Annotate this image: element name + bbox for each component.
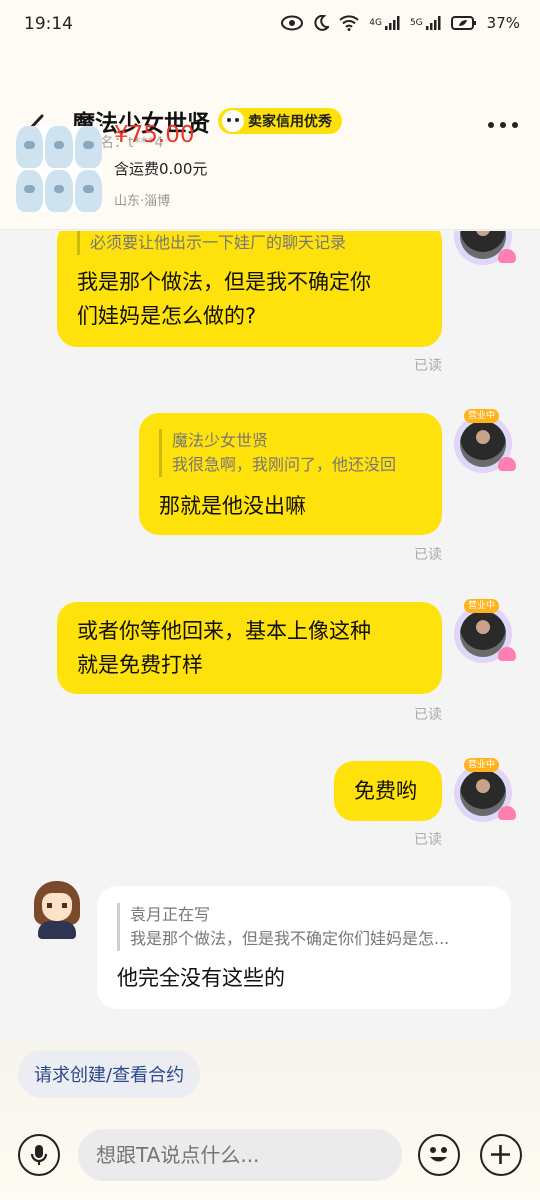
bottom-bar: 请求创建/查看合约 [0, 1041, 540, 1200]
shipping-fee: 含运费0.00元 [114, 160, 208, 178]
quoted-author: 袁月正在写 [117, 903, 491, 927]
product-thumbnail[interactable] [16, 126, 102, 212]
status-icons: 4G 5G 37% [281, 14, 520, 32]
read-status: 已读 [414, 707, 442, 723]
signal-icon [384, 16, 400, 30]
status-time: 19:14 [24, 14, 73, 34]
message-text: 就是免费打样 [77, 653, 203, 677]
quoted-author: 魔法少女世贤 [159, 429, 422, 453]
seller-avatar[interactable] [452, 231, 516, 265]
read-status: 已读 [414, 547, 442, 563]
status-bar: 19:14 4G 5G 37% [0, 0, 540, 52]
message-text: 或者你等他回来，基本上像这种 [77, 619, 371, 643]
message-text: 他完全没有这些的 [117, 966, 285, 990]
credit-badge[interactable]: 卖家信用优秀 [218, 108, 342, 134]
contract-button[interactable]: 请求创建/查看合约 [18, 1050, 201, 1098]
message-text: 们娃妈是怎么做的? [77, 304, 257, 328]
wifi-icon [339, 15, 359, 31]
seller-status-tag: 营业中 [464, 409, 500, 423]
read-status: 已读 [414, 358, 442, 374]
message-bubble[interactable]: 必须要让他出示一下娃厂的聊天记录 我是那个做法，但是我不确定你 们娃妈是怎么做的… [57, 231, 442, 347]
quoted-text: 必须要让他出示一下娃厂的聊天记录 [77, 231, 422, 255]
quoted-text: 我是那个做法，但是我不确定你们娃妈是怎... [117, 927, 491, 951]
message-text: 我是那个做法，但是我不确定你 [77, 270, 371, 294]
battery-icon [450, 16, 476, 30]
microphone-icon[interactable] [18, 1134, 60, 1176]
message-text: 那就是他没出嘛 [159, 494, 306, 518]
eye-icon [281, 15, 304, 31]
product-location: 山东·淄博 [114, 194, 171, 209]
credit-badge-label: 卖家信用优秀 [248, 114, 332, 130]
quoted-text: 我很急啊，我刚问了，他还没回 [159, 453, 422, 477]
network-4g-label: 4G [369, 18, 382, 28]
plus-icon[interactable] [480, 1134, 522, 1176]
seller-avatar[interactable]: 营业中 [452, 599, 516, 663]
battery-percent: 37% [486, 14, 520, 32]
emoji-icon[interactable] [418, 1134, 460, 1176]
signal-icon-2 [425, 16, 441, 30]
message-bubble[interactable]: 魔法少女世贤 我很急啊，我刚问了，他还没回 那就是他没出嘛 [139, 413, 442, 535]
chat-header: 魔法少女世贤 卖家信用优秀 会员名：t***4 ¥75.00 含运费0.00元 … [0, 52, 540, 230]
message-bubble[interactable]: 或者你等他回来，基本上像这种 就是免费打样 [57, 602, 442, 694]
message-input[interactable] [78, 1129, 402, 1181]
buyer-avatar[interactable] [30, 881, 84, 939]
read-status: 已读 [414, 832, 442, 848]
seller-status-tag: 营业中 [464, 758, 500, 772]
moon-icon [314, 15, 330, 31]
network-5g-label: 5G [409, 18, 423, 28]
seller-status-tag: 营业中 [464, 599, 500, 613]
message-bubble[interactable]: 免费哟 [334, 761, 442, 821]
chat-area[interactable]: 必须要让他出示一下娃厂的聊天记录 我是那个做法，但是我不确定你 们娃妈是怎么做的… [0, 231, 540, 1041]
product-price: ¥75.00 [114, 122, 195, 148]
message-bubble[interactable]: 袁月正在写 我是那个做法，但是我不确定你们娃妈是怎... 他完全没有这些的 [97, 886, 511, 1009]
seller-avatar[interactable]: 营业中 [452, 758, 516, 822]
more-dots-icon[interactable] [488, 122, 518, 128]
smiley-icon [222, 110, 244, 132]
message-text: 免费哟 [354, 779, 417, 803]
seller-avatar[interactable]: 营业中 [452, 409, 516, 473]
